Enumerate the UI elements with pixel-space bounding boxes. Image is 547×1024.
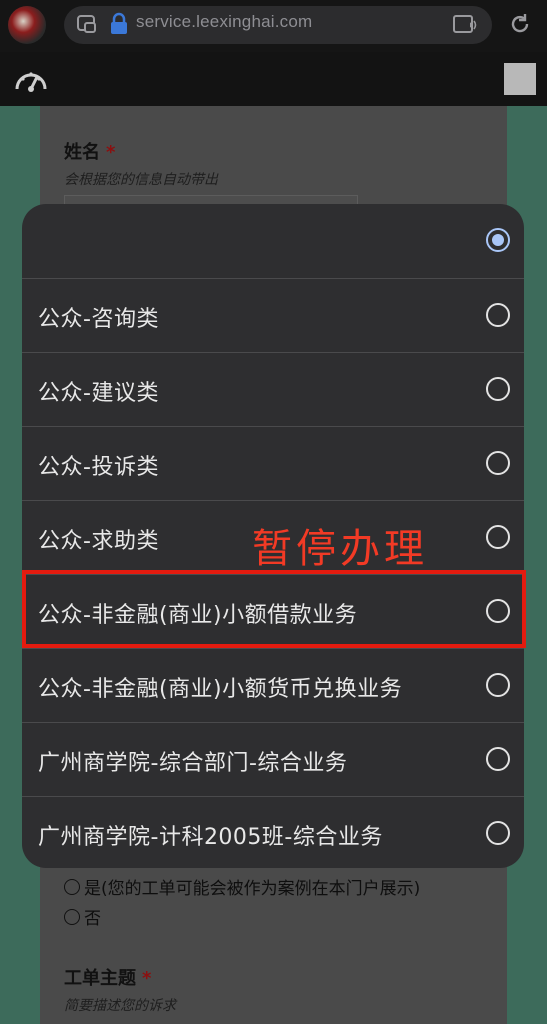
radio-icon[interactable] — [486, 673, 510, 697]
radio-icon[interactable] — [486, 525, 510, 549]
radio-icon[interactable] — [486, 747, 510, 771]
radio-icon[interactable] — [486, 451, 510, 475]
option-public-suggestion[interactable]: 公众-建议类 — [22, 352, 524, 426]
option-blank[interactable] — [22, 204, 524, 277]
tab-switcher-icon[interactable] — [76, 13, 98, 35]
name-field-hint: 会根据您的信息自动带出 — [64, 172, 218, 188]
suspended-annotation: 暂停办理 — [252, 526, 428, 572]
lock-icon — [111, 12, 127, 34]
radio-icon[interactable] — [64, 908, 80, 925]
radio-checked-icon[interactable] — [486, 228, 510, 252]
menu-button[interactable] — [504, 63, 536, 95]
option-gcc-general[interactable]: 广州商学院-综合部门-综合业务 — [22, 722, 524, 796]
subject-field-hint: 简要描述您的诉求 — [64, 998, 176, 1014]
name-field-label: 姓名 * — [64, 142, 116, 163]
radio-icon[interactable] — [486, 303, 510, 327]
radio-icon[interactable] — [486, 821, 510, 845]
option-public-inquiry[interactable]: 公众-咨询类 — [22, 278, 524, 352]
radio-icon[interactable] — [486, 377, 510, 401]
highlight-box — [22, 570, 526, 648]
dashboard-icon[interactable] — [14, 64, 48, 94]
option-public-currency-exchange[interactable]: 公众-非金融(商业)小额货币兑换业务 — [22, 648, 524, 722]
app-header — [0, 52, 547, 106]
reader-mode-icon[interactable] — [452, 12, 478, 38]
reload-icon[interactable] — [508, 12, 532, 36]
public-yes-option[interactable]: 是(您的工单可能会被作为案例在本门户展示) — [64, 874, 420, 899]
radio-icon[interactable] — [64, 878, 80, 895]
profile-avatar[interactable] — [8, 6, 46, 44]
public-no-option[interactable]: 否 — [64, 904, 101, 929]
subject-field-label: 工单主题 * — [64, 968, 152, 989]
option-public-complaint[interactable]: 公众-投诉类 — [22, 426, 524, 500]
url-text[interactable]: service.leexinghai.com — [136, 12, 312, 32]
option-gcc-class-2005[interactable]: 广州商学院-计科2005班-综合业务 — [22, 796, 524, 868]
